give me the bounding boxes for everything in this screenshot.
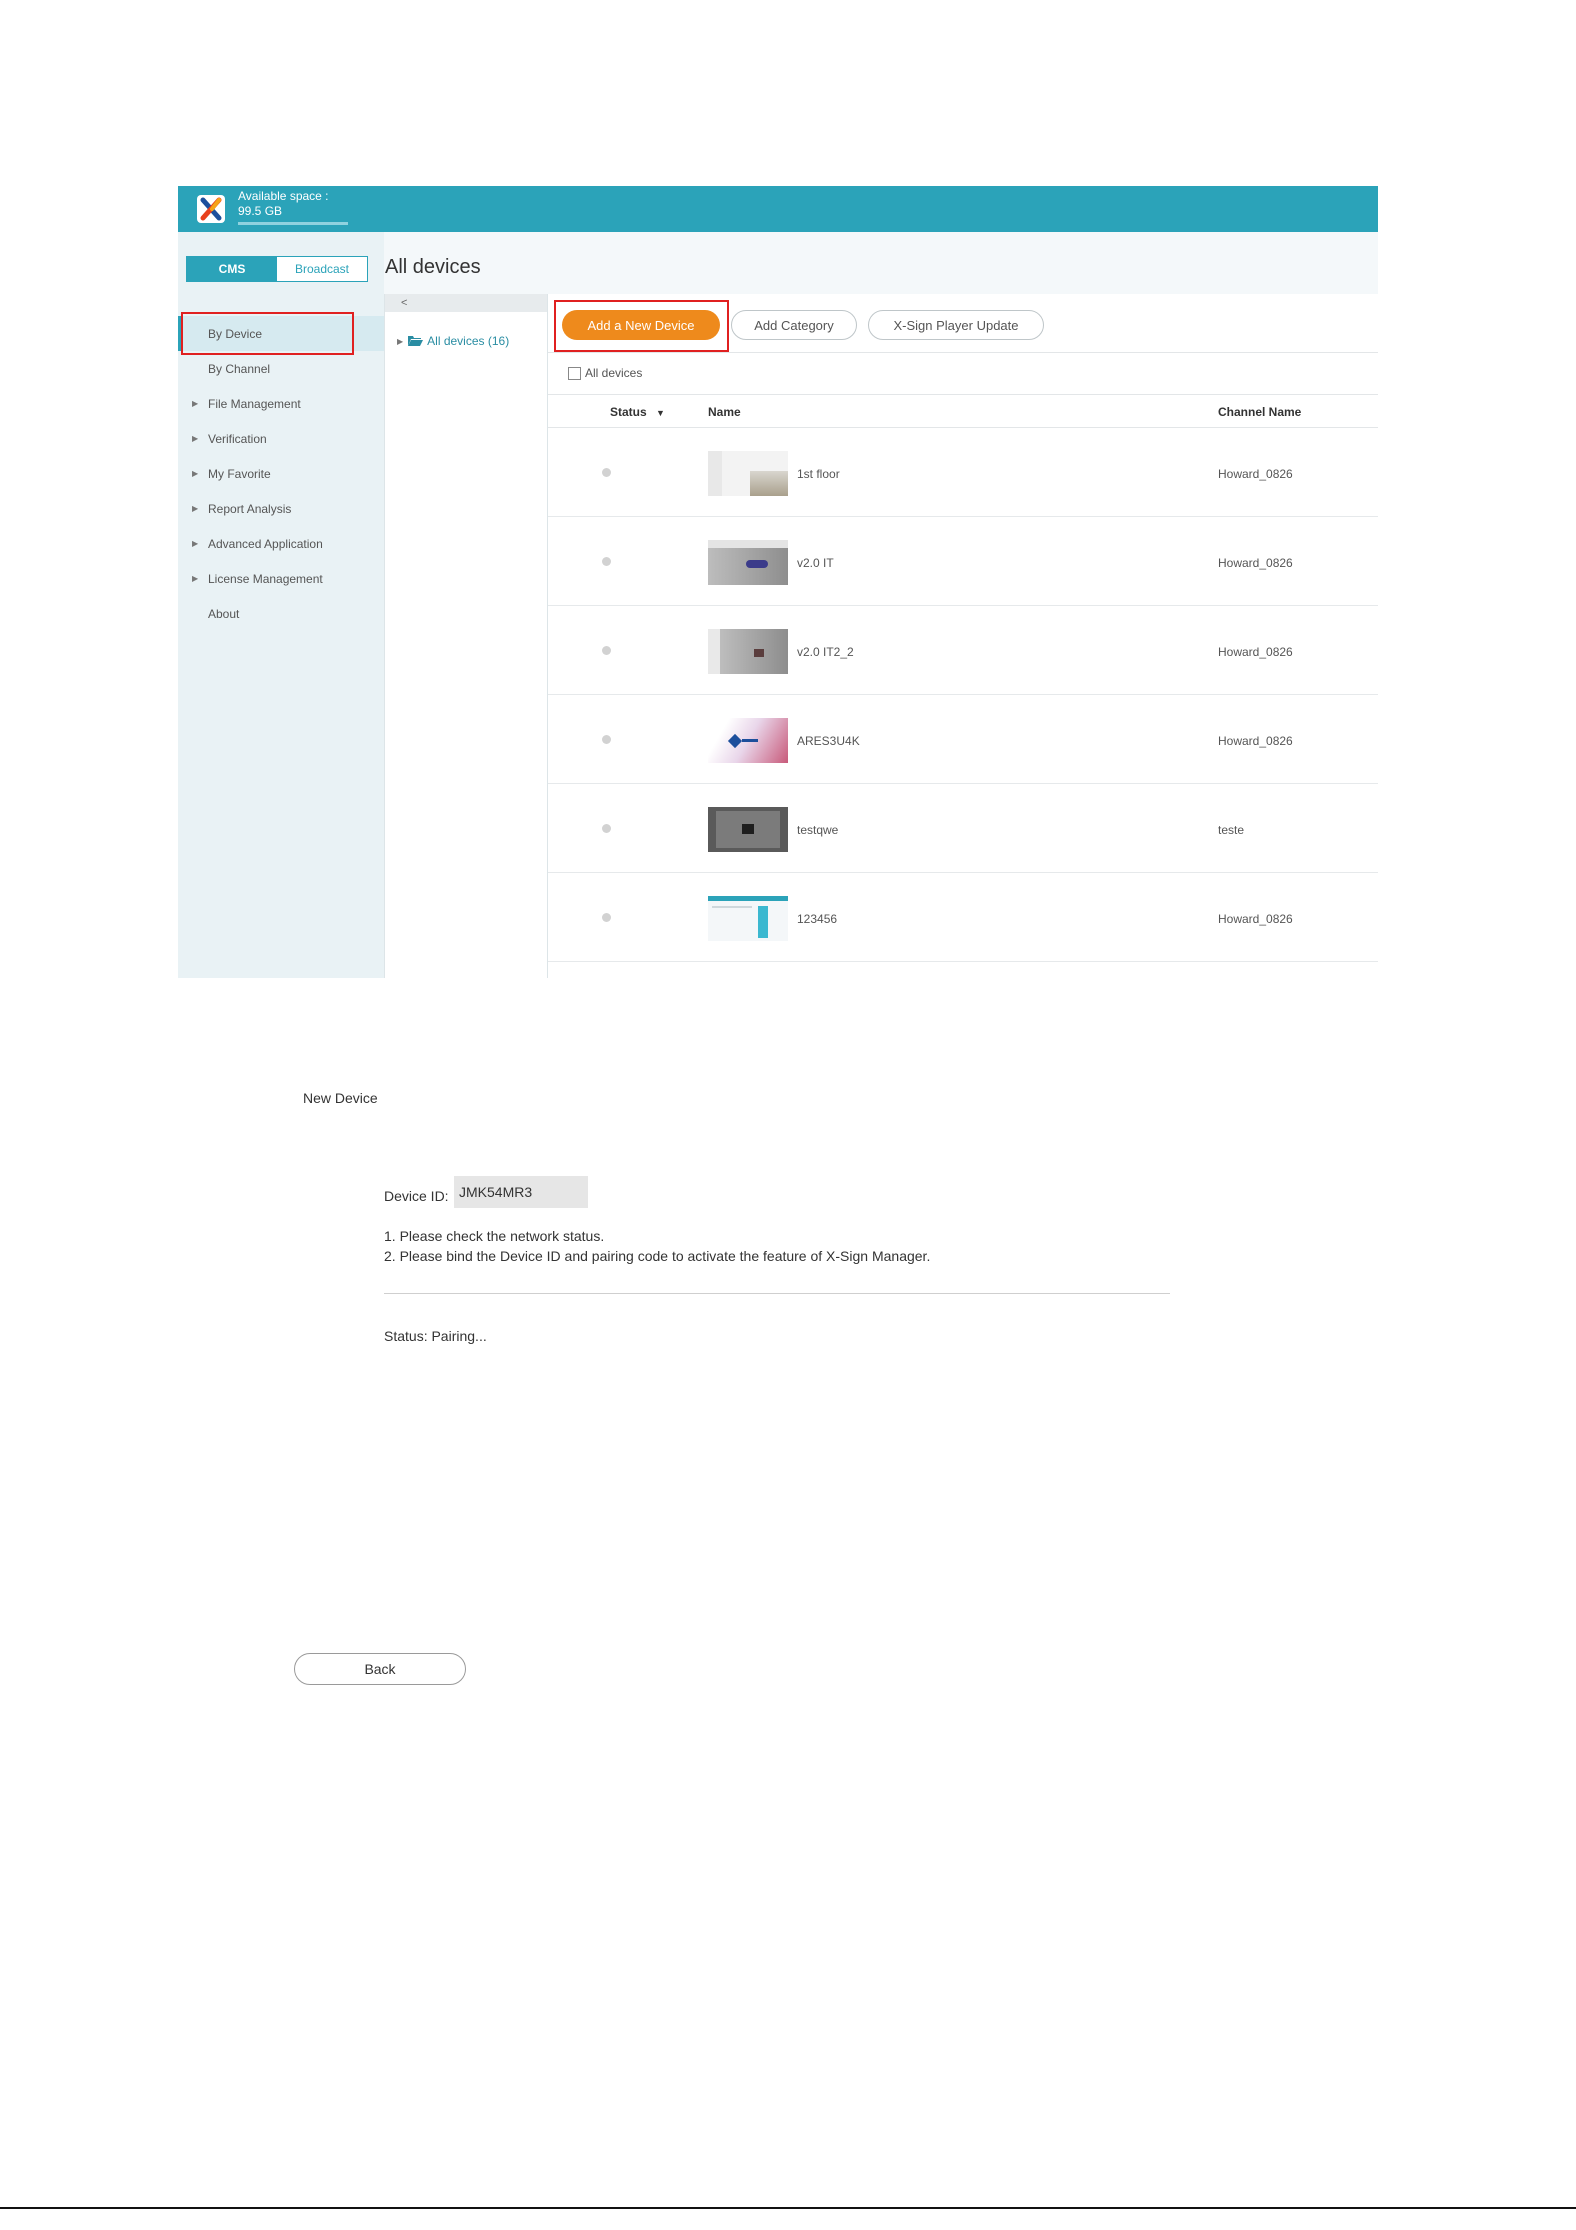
device-thumbnail: [708, 896, 788, 941]
table-row[interactable]: 123456 Howard_0826: [548, 873, 1378, 962]
pairing-status: Status: Pairing...: [384, 1328, 487, 1344]
table-row[interactable]: 1st floor Howard_0826: [548, 428, 1378, 517]
select-all-devices[interactable]: All devices: [568, 366, 642, 380]
status-dot: [602, 735, 611, 744]
storage-progress-bar: [238, 222, 348, 225]
sort-down-icon: ▼: [656, 408, 665, 418]
sidebar-item-license-management[interactable]: ▶ License Management: [178, 561, 384, 596]
channel-column-header[interactable]: Channel Name: [1218, 405, 1301, 419]
device-name: v2.0 IT2_2: [797, 645, 854, 659]
caret-right-icon: ▶: [192, 504, 199, 513]
channel-name: Howard_0826: [1218, 734, 1293, 748]
table-header: Status ▼ Name Channel Name: [548, 394, 1378, 428]
new-device-dialog: New Device Device ID: JMK54MR3 1. Please…: [0, 1090, 1576, 1790]
channel-name: teste: [1218, 823, 1245, 837]
select-all-checkbox[interactable]: [568, 366, 581, 380]
sidebar-item-label: File Management: [208, 396, 301, 411]
device-name: 123456: [797, 912, 838, 926]
device-thumbnail: [708, 718, 788, 763]
x-sign-logo-icon[interactable]: [197, 195, 225, 223]
sidebar-item-report-analysis[interactable]: ▶ Report Analysis: [178, 491, 384, 526]
device-tree-panel: < ▶ All devices (16): [384, 294, 548, 978]
caret-right-icon: ▶: [192, 434, 199, 443]
name-column-header[interactable]: Name: [708, 405, 741, 419]
sidebar-item-verification[interactable]: ▶ Verification: [178, 421, 384, 456]
collapse-panel-button[interactable]: <: [385, 294, 547, 312]
top-bar: Available space : 99.5 GB: [178, 186, 1378, 232]
caret-right-icon: ▶: [192, 539, 199, 548]
back-button[interactable]: Back: [294, 1653, 466, 1685]
channel-name: Howard_0826: [1218, 556, 1293, 570]
available-space-label: Available space :: [238, 189, 329, 203]
channel-name: Howard_0826: [1218, 912, 1293, 926]
highlight-box-add-device: [554, 300, 729, 352]
broadcast-tab[interactable]: Broadcast: [277, 257, 367, 281]
tree-item-all-devices[interactable]: ▶ All devices (16): [397, 334, 509, 348]
device-name: v2.0 IT: [797, 556, 834, 570]
sidebar-item-label: My Favorite: [208, 466, 271, 481]
caret-right-icon: ▶: [192, 469, 199, 478]
mode-toggle: CMS Broadcast: [186, 256, 368, 282]
device-id-field: JMK54MR3: [454, 1176, 588, 1208]
highlight-box-by-device: [181, 312, 354, 355]
instruction-step-2: 2. Please bind the Device ID and pairing…: [384, 1248, 931, 1264]
device-thumbnail: [708, 540, 788, 585]
device-name: testqwe: [797, 823, 839, 837]
status-dot: [602, 646, 611, 655]
device-id-label: Device ID:: [384, 1188, 449, 1204]
device-thumbnail: [708, 629, 788, 674]
title-strip: [384, 232, 1378, 294]
channel-name: Howard_0826: [1218, 467, 1293, 481]
sidebar-item-advanced-application[interactable]: ▶ Advanced Application: [178, 526, 384, 561]
toolbar: Add a New Device Add Category X-Sign Pla…: [548, 294, 1378, 353]
status-dot: [602, 913, 611, 922]
caret-right-icon: ▶: [192, 399, 199, 408]
tree-item-label: All devices (16): [427, 334, 510, 348]
status-column-header[interactable]: Status ▼: [610, 405, 665, 419]
add-category-button[interactable]: Add Category: [731, 310, 857, 340]
table-row[interactable]: testqwe teste: [548, 784, 1378, 873]
instruction-step-1: 1. Please check the network status.: [384, 1228, 605, 1244]
sidebar-item-label: Verification: [208, 431, 267, 446]
page-bottom-divider: [0, 2207, 1576, 2209]
select-all-label: All devices: [585, 366, 643, 380]
device-list-panel: Add a New Device Add Category X-Sign Pla…: [548, 294, 1378, 978]
table-row[interactable]: v2.0 IT2_2 Howard_0826: [548, 606, 1378, 695]
sidebar-item-label: Advanced Application: [208, 536, 323, 551]
cms-window: Available space : 99.5 GB All devices CM…: [178, 186, 1378, 978]
table-row[interactable]: ARES3U4K Howard_0826: [548, 695, 1378, 784]
sidebar-item-by-channel[interactable]: By Channel: [178, 351, 384, 386]
page-title: All devices: [385, 256, 481, 278]
sidebar-item-my-favorite[interactable]: ▶ My Favorite: [178, 456, 384, 491]
channel-name: Howard_0826: [1218, 645, 1293, 659]
sidebar-item-label: Report Analysis: [208, 501, 292, 516]
device-thumbnail: [708, 451, 788, 496]
folder-open-icon: [408, 336, 424, 346]
sidebar-item-file-management[interactable]: ▶ File Management: [178, 386, 384, 421]
device-name: ARES3U4K: [797, 734, 860, 748]
player-update-button[interactable]: X-Sign Player Update: [868, 310, 1044, 340]
status-dot: [602, 557, 611, 566]
device-table-body: 1st floor Howard_0826 v2.0 IT Howard_082…: [548, 428, 1378, 962]
status-header-label: Status: [610, 405, 647, 419]
sidebar-nav: By Device By Channel ▶ File Management ▶ V…: [178, 316, 384, 631]
sidebar-item-label: License Management: [208, 571, 323, 586]
device-name: 1st floor: [797, 467, 840, 481]
cms-tab[interactable]: CMS: [187, 257, 277, 281]
caret-right-icon: ▶: [192, 574, 199, 583]
table-row[interactable]: v2.0 IT Howard_0826: [548, 517, 1378, 606]
sidebar-item-label: By Channel: [208, 361, 271, 376]
status-dot: [602, 468, 611, 477]
sidebar-item-label: About: [208, 606, 240, 621]
status-dot: [602, 824, 611, 833]
dialog-title: New Device: [303, 1090, 378, 1106]
available-space-value: 99.5 GB: [238, 204, 283, 218]
sidebar-item-about[interactable]: About: [178, 596, 384, 631]
divider: [384, 1293, 1170, 1294]
caret-right-icon: ▶: [397, 336, 404, 346]
device-thumbnail: [708, 807, 788, 852]
